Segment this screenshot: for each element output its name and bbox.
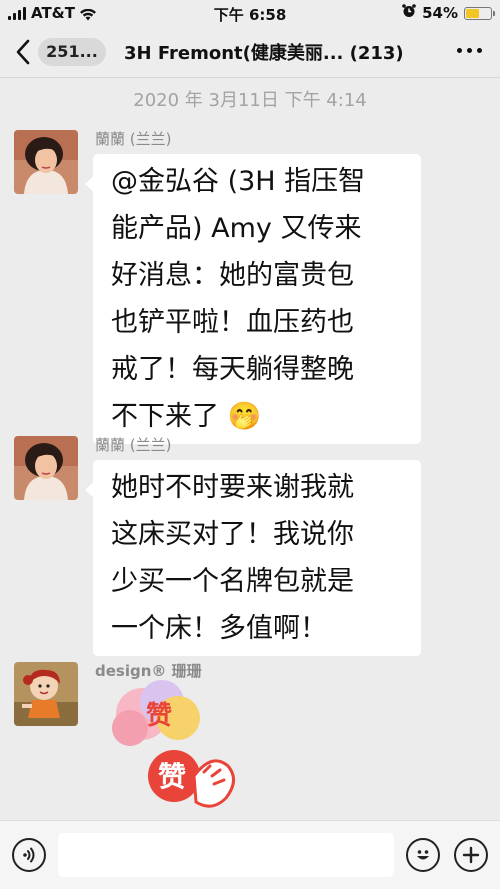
status-bar: AT&T 下午 6:58 54%: [0, 0, 500, 26]
back-button[interactable]: [14, 38, 34, 66]
message-line-last: 不下来了 🤭: [111, 393, 403, 440]
sticker-char-2: 赞: [157, 760, 186, 793]
nav-bar: 251... 3H Fremont(健康美丽... (213): [0, 26, 500, 78]
message-line: 少买一个名牌包就是: [111, 566, 354, 597]
avatar[interactable]: [14, 436, 78, 500]
more-functions-button[interactable]: [454, 838, 488, 872]
input-bar: [0, 820, 500, 889]
message-bubble[interactable]: @金弘谷 (3H 指压智 能产品) Amy 又传来 好消息：她的富贵包 也铲平啦…: [85, 154, 421, 444]
sticker-char-1: 赞: [145, 701, 172, 731]
avatar-woman-icon: [14, 130, 78, 194]
avatar-woman-icon: [14, 436, 78, 500]
unread-count-badge[interactable]: 251...: [38, 38, 106, 66]
message-line: 好消息：她的富贵包: [111, 260, 354, 291]
message-line: 能产品) Amy 又传来: [111, 213, 362, 244]
message-line: 一个床！多值啊！: [111, 613, 327, 644]
message-line: 戒了！每天躺得整晚: [111, 354, 354, 385]
alarm-icon: [402, 4, 416, 22]
battery-percent: 54%: [422, 4, 458, 22]
avatar[interactable]: [14, 130, 78, 194]
emoji-button[interactable]: [406, 838, 440, 872]
voice-input-button[interactable]: [12, 838, 46, 872]
praise-sticker-icon: 赞 赞: [112, 680, 235, 808]
message-bubble[interactable]: 她时不时要来谢我就 这床买对了！我说你 少买一个名牌包就是 一个床！多值啊！: [85, 460, 421, 656]
more-options-icon[interactable]: [457, 48, 482, 53]
avatar[interactable]: [14, 662, 78, 726]
message-line: 也铲平啦！血压药也: [111, 307, 354, 338]
message-text: 不下来了: [111, 401, 219, 432]
sender-name: 蘭蘭 (兰兰): [95, 130, 172, 148]
voice-icon: [23, 847, 35, 863]
thumbs-up-sticker[interactable]: 赞 赞: [100, 680, 240, 816]
message-line: 她时不时要来谢我就: [111, 472, 354, 503]
message-line: 这床买对了！我说你: [111, 519, 354, 550]
battery-icon: [464, 6, 495, 20]
chevron-left-icon: [16, 39, 30, 65]
shy-face-emoji-icon: 🤭: [227, 401, 262, 432]
sender-name: 蘭蘭 (兰兰): [95, 436, 172, 454]
plus-icon: [462, 846, 480, 864]
message-input[interactable]: [58, 833, 394, 877]
message-timestamp: 2020 年 3月11日 下午 4:14: [133, 90, 367, 111]
chat-area[interactable]: 2020 年 3月11日 下午 4:14 蘭蘭 (兰兰) @金弘谷 (3H 指压…: [0, 78, 500, 820]
avatar-cartoon-girl-icon: [14, 662, 78, 726]
message-line: @金弘谷 (3H 指压智: [111, 166, 366, 197]
smiley-icon: [417, 850, 429, 860]
status-right: 54%: [402, 4, 495, 22]
sender-name: design® 珊珊: [95, 662, 202, 680]
chat-title: 3H Fremont(健康美丽... (213): [124, 43, 404, 64]
